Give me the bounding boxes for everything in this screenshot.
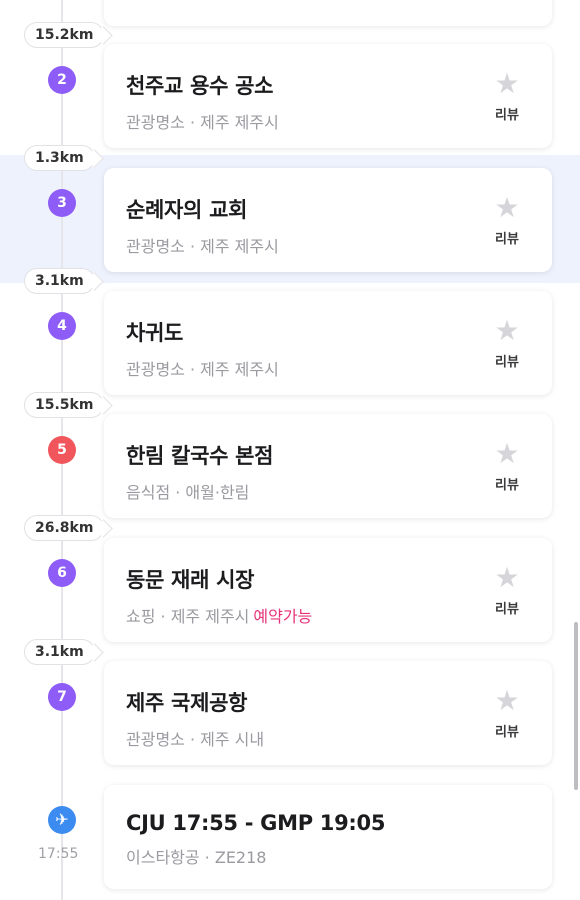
star-icon: ★ (494, 67, 520, 100)
stop-category: 관광명소 · 제주 제주시 (126, 113, 279, 132)
stop-category: 관광명소 · 제주 제주시 (126, 237, 279, 256)
review-label: 리뷰 (495, 602, 519, 617)
stop-card[interactable]: 제주 국제공항 관광명소 · 제주 시내 ★ 리뷰 (104, 661, 552, 765)
stop-number-badge: 3 (48, 189, 76, 217)
review-label: 리뷰 (495, 478, 519, 493)
previous-stop-card[interactable] (104, 0, 552, 26)
review-button[interactable]: ★ 리뷰 (492, 191, 522, 248)
stop-number-badge: 6 (48, 559, 76, 587)
flight-route: CJU 17:55 - GMP 19:05 (126, 811, 386, 835)
stop-subtitle: 쇼핑 · 제주 제주시 예약가능 (126, 603, 552, 627)
star-icon: ★ (494, 684, 520, 717)
stop-title: 한림 칼국수 본점 (126, 444, 274, 468)
flight-info: 이스타항공 · ZE218 (126, 848, 267, 867)
stop-title: 천주교 용수 공소 (126, 74, 274, 98)
airplane-icon: ✈ (48, 806, 76, 834)
distance-pill: 26.8km (24, 515, 105, 541)
stop-subtitle: 관광명소 · 제주 제주시 (126, 356, 552, 380)
stop-number-badge: 5 (48, 436, 76, 464)
stop-number-badge: 4 (48, 312, 76, 340)
stop-card[interactable]: 동문 재래 시장 쇼핑 · 제주 제주시 예약가능 ★ 리뷰 (104, 538, 552, 642)
stop-title: 순례자의 교회 (126, 198, 248, 222)
review-label: 리뷰 (495, 232, 519, 247)
stop-title: 동문 재래 시장 (126, 568, 255, 592)
stop-card[interactable]: 한림 칼국수 본점 음식점 · 애월·한림 ★ 리뷰 (104, 414, 552, 518)
star-icon: ★ (494, 314, 520, 347)
distance-pill: 3.1km (24, 639, 95, 665)
stop-category: 관광명소 · 제주 제주시 (126, 360, 279, 379)
star-icon: ★ (494, 561, 520, 594)
review-button[interactable]: ★ 리뷰 (492, 437, 522, 494)
review-button[interactable]: ★ 리뷰 (492, 314, 522, 371)
review-label: 리뷰 (495, 725, 519, 740)
flight-departure-time: 17:55 (38, 846, 79, 862)
stop-subtitle: 관광명소 · 제주 제주시 (126, 233, 552, 257)
distance-pill: 15.2km (24, 22, 105, 48)
review-label: 리뷰 (495, 355, 519, 370)
stop-title: 차귀도 (126, 321, 184, 345)
scrollbar[interactable] (574, 622, 578, 790)
star-icon: ★ (494, 437, 520, 470)
reservation-tag: 예약가능 (253, 607, 313, 626)
stop-card[interactable]: 천주교 용수 공소 관광명소 · 제주 제주시 ★ 리뷰 (104, 44, 552, 148)
stop-subtitle: 음식점 · 애월·한림 (126, 479, 552, 503)
stop-subtitle: 관광명소 · 제주 제주시 (126, 109, 552, 133)
stop-card[interactable]: 순례자의 교회 관광명소 · 제주 제주시 ★ 리뷰 (104, 168, 552, 272)
stop-subtitle: 관광명소 · 제주 시내 (126, 726, 552, 750)
review-button[interactable]: ★ 리뷰 (492, 67, 522, 124)
review-label: 리뷰 (495, 108, 519, 123)
stop-card[interactable]: 차귀도 관광명소 · 제주 제주시 ★ 리뷰 (104, 291, 552, 395)
flight-card[interactable]: CJU 17:55 - GMP 19:05 이스타항공 · ZE218 (104, 785, 552, 889)
stop-number-badge: 7 (48, 683, 76, 711)
stop-number-badge: 2 (48, 66, 76, 94)
distance-pill: 15.5km (24, 392, 105, 418)
review-button[interactable]: ★ 리뷰 (492, 684, 522, 741)
distance-pill: 3.1km (24, 268, 95, 294)
distance-pill: 1.3km (24, 145, 95, 171)
stop-category: 관광명소 · 제주 시내 (126, 730, 265, 749)
stop-title: 제주 국제공항 (126, 691, 248, 715)
stop-category: 음식점 · 애월·한림 (126, 483, 250, 502)
review-button[interactable]: ★ 리뷰 (492, 561, 522, 618)
stop-category: 쇼핑 · 제주 제주시 (126, 607, 250, 626)
star-icon: ★ (494, 191, 520, 224)
